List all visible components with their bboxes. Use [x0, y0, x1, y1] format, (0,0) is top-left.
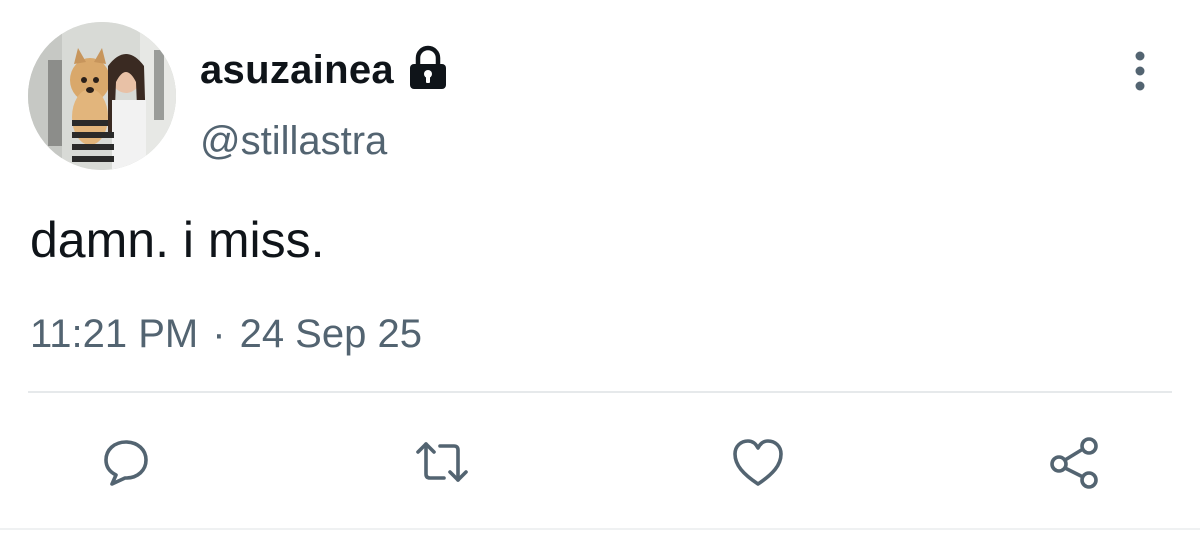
bottom-divider — [0, 528, 1200, 530]
more-options-button[interactable] — [1120, 46, 1160, 96]
retweet-button[interactable] — [410, 430, 474, 494]
tweet-card: asuzainea @stillastra damn. i miss. 11:2… — [0, 0, 1200, 547]
display-name[interactable]: asuzainea — [200, 44, 394, 96]
avatar[interactable] — [28, 22, 176, 170]
timestamp-row: 11:21 PM · 24 Sep 25 — [30, 306, 422, 362]
author-name-row: asuzainea — [200, 44, 450, 96]
share-icon — [1050, 437, 1098, 489]
handle[interactable]: @stillastra — [200, 115, 387, 167]
heart-icon — [733, 439, 783, 486]
reply-button[interactable] — [94, 430, 158, 494]
timestamp-separator: · — [212, 312, 226, 356]
share-button[interactable] — [1042, 430, 1106, 494]
divider — [28, 391, 1172, 393]
more-vertical-icon — [1135, 51, 1145, 91]
reply-icon — [104, 440, 148, 486]
lock-icon — [409, 45, 446, 89]
like-button[interactable] — [726, 430, 790, 494]
retweet-icon — [416, 442, 468, 482]
tweet-text: damn. i miss. — [30, 212, 325, 268]
tweet-date[interactable]: 24 Sep 25 — [240, 306, 422, 362]
tweet-time[interactable]: 11:21 PM — [30, 306, 198, 362]
